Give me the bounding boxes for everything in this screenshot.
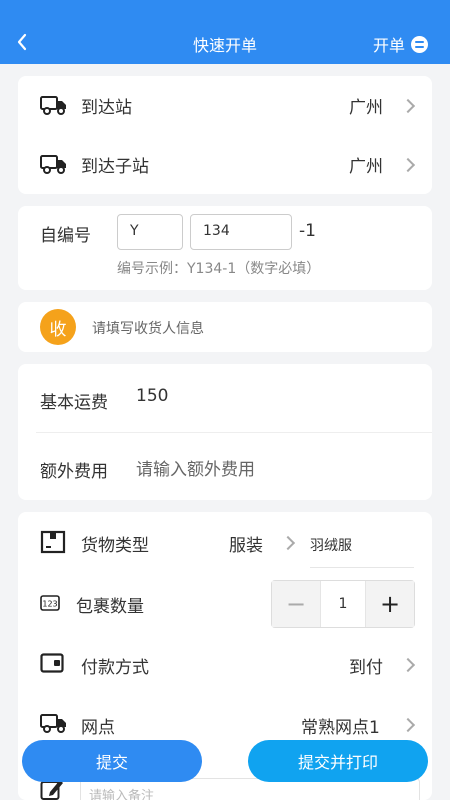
arrival-station-row[interactable]: 到达站 广州 <box>18 76 432 135</box>
site-label: 网点 <box>81 718 115 738</box>
chevron-right-icon <box>400 717 416 733</box>
site-value[interactable]: 常熟网点1 <box>301 713 380 738</box>
payment-value[interactable]: 到付 <box>349 653 383 678</box>
extra-fee-input[interactable]: 请输入额外费用 <box>136 455 255 480</box>
receiver-placeholder: 请填写收货人信息 <box>92 321 204 337</box>
serial-suffix: -1 <box>299 221 316 241</box>
goods-type-value[interactable]: 服装 <box>229 531 263 556</box>
quantity-stepper: − 1 + <box>271 580 415 628</box>
base-fee-input[interactable]: 150 <box>136 386 168 406</box>
arrival-substation-label: 到达子站 <box>81 157 149 177</box>
chevron-right-icon <box>400 98 416 114</box>
truck-icon <box>40 96 66 115</box>
menu-label: 开单 <box>372 36 405 55</box>
open-order-menu[interactable]: 开单 <box>373 32 428 56</box>
chevron-right-icon <box>400 157 416 173</box>
quantity-value[interactable]: 1 <box>320 581 366 627</box>
station-card: 到达站 广州 到达子站 广州 <box>18 76 432 194</box>
arrival-substation-row[interactable]: 到达子站 广州 <box>18 135 432 194</box>
svg-text:123: 123 <box>42 600 57 609</box>
fees-card: 基本运费 150 额外费用 请输入额外费用 <box>18 364 432 500</box>
increment-button[interactable]: + <box>366 581 414 627</box>
menu-icon <box>411 35 428 53</box>
package-qty-label: 包裹数量 <box>76 597 144 617</box>
payment-label: 付款方式 <box>81 658 149 678</box>
serial-hint: 编号示例：Y134-1（数字必填） <box>117 261 321 277</box>
serial-card: 自编号 Y 134 -1 编号示例：Y134-1（数字必填） <box>18 206 432 290</box>
goods-subtype-tag[interactable]: 羽绒服 <box>310 523 414 568</box>
receiver-badge: 收 <box>40 309 76 345</box>
number-icon: 123 <box>40 595 60 611</box>
truck-icon <box>40 155 66 174</box>
receiver-card[interactable]: 收 请填写收货人信息 <box>18 302 432 352</box>
top-bar: 快速开单 开单 <box>0 0 450 64</box>
chevron-right-icon <box>400 657 416 673</box>
truck-icon <box>40 714 66 733</box>
arrival-station-value: 广州 <box>349 98 383 118</box>
package-icon <box>40 530 66 554</box>
wallet-icon <box>40 653 64 673</box>
serial-label: 自编号 <box>40 226 91 246</box>
serial-number-input[interactable]: 134 <box>190 214 292 250</box>
serial-prefix-input[interactable]: Y <box>117 214 183 250</box>
decrement-button[interactable]: − <box>272 581 320 627</box>
arrival-substation-value: 广州 <box>349 157 383 177</box>
goods-type-label: 货物类型 <box>81 536 149 556</box>
arrival-station-label: 到达站 <box>81 98 132 118</box>
extra-fee-label: 额外费用 <box>40 462 108 482</box>
divider <box>36 432 432 433</box>
submit-and-print-button[interactable]: 提交并打印 <box>248 740 428 782</box>
base-fee-label: 基本运费 <box>40 393 108 413</box>
chevron-right-icon <box>280 535 296 551</box>
submit-button[interactable]: 提交 <box>22 740 202 782</box>
